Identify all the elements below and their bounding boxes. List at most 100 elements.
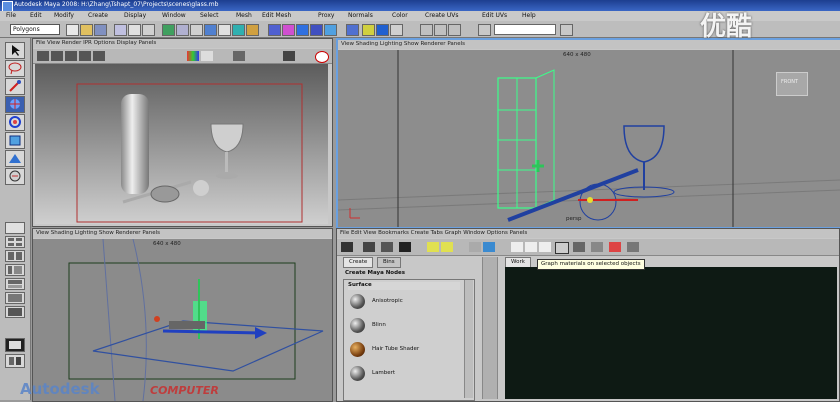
menu-file[interactable]: File (6, 12, 16, 19)
menu-create-uvs[interactable]: Create UVs (425, 12, 458, 19)
clear-graph-icon[interactable] (469, 242, 481, 252)
toggle-attribute-editor-icon[interactable] (434, 24, 447, 36)
mask-curves-icon[interactable] (190, 24, 203, 36)
menu-create[interactable]: Create (88, 12, 108, 19)
graph-upstream-icon[interactable] (511, 242, 523, 252)
menu-edit-uvs[interactable]: Edit UVs (482, 12, 507, 19)
menu-mesh[interactable]: Mesh (236, 12, 252, 19)
front-viewport[interactable]: 640 x 480 (33, 239, 332, 401)
input-line-icon[interactable] (478, 24, 491, 36)
make-live-icon[interactable] (324, 24, 337, 36)
open-scene-icon[interactable] (80, 24, 93, 36)
layout-single-icon[interactable] (5, 222, 25, 234)
snap-view-plane-icon[interactable] (310, 24, 323, 36)
menu-edit-mesh[interactable]: Edit Mesh (262, 12, 291, 19)
menu-modify[interactable]: Modify (54, 12, 74, 19)
node-anisotropic[interactable]: Anisotropic (348, 292, 466, 311)
snap-curve-icon[interactable] (282, 24, 295, 36)
graph-materials-icon[interactable] (555, 242, 569, 254)
render-view-canvas[interactable] (35, 64, 328, 224)
layout-persp-outliner-icon[interactable] (5, 264, 25, 276)
menu-help[interactable]: Help (522, 12, 536, 19)
mask-dynamics-icon[interactable] (232, 24, 245, 36)
persp-viewport[interactable]: 640 x 480 FRONT persp (338, 50, 840, 227)
mask-deformations-icon[interactable] (218, 24, 231, 36)
hypershade-menubar[interactable]: File Edit View Bookmarks Create Tabs Gra… (337, 229, 839, 238)
remove-image-icon[interactable] (315, 51, 329, 63)
mask-surfaces-icon[interactable] (204, 24, 217, 36)
shader-library-icon[interactable] (591, 242, 603, 252)
node-blinn[interactable]: Blinn (348, 316, 466, 335)
quick-rename-icon[interactable] (560, 24, 573, 36)
render-view-menubar[interactable]: File View Render IPR Options Display Pan… (33, 39, 332, 48)
flag-icon[interactable] (609, 242, 621, 252)
scale-tool-icon[interactable] (5, 132, 25, 149)
persp-menubar[interactable]: View Shading Lighting Show Renderer Pane… (338, 40, 840, 49)
show-bottom-tabs-icon[interactable] (381, 242, 393, 252)
keep-image-icon[interactable] (283, 51, 295, 61)
mode-selector[interactable]: Polygons (10, 24, 60, 35)
tab-create[interactable]: Create (343, 257, 374, 268)
zoom-1to1-icon[interactable] (233, 51, 245, 61)
surface-section-header[interactable]: Surface (348, 282, 460, 290)
front-menubar[interactable]: View Shading Lighting Show Renderer Pane… (33, 229, 332, 238)
save-scene-icon[interactable] (94, 24, 107, 36)
menu-window[interactable]: Window (162, 12, 186, 19)
node-list-scrollbar[interactable] (464, 280, 473, 398)
new-scene-icon[interactable] (66, 24, 79, 36)
render-region-icon[interactable] (79, 51, 91, 61)
ipr-icon[interactable] (51, 51, 63, 61)
layout-custom-icon[interactable] (5, 338, 25, 352)
layout-hypershade-icon[interactable] (5, 278, 25, 290)
layout-four-icon[interactable] (5, 236, 25, 248)
history-icon[interactable] (346, 24, 359, 36)
layout-dopesheet-icon[interactable] (5, 306, 25, 318)
rearrange-graph-icon[interactable] (483, 242, 495, 252)
mask-handles-icon[interactable] (162, 24, 175, 36)
show-top-tabs-icon[interactable] (363, 242, 375, 252)
rotate-tool-icon[interactable] (5, 114, 25, 131)
render-swatch-icon[interactable] (573, 242, 585, 252)
ipr-render-icon[interactable] (376, 24, 389, 36)
quick-select-field[interactable] (494, 24, 556, 35)
mask-rendering-icon[interactable] (246, 24, 259, 36)
create-maya-nodes-header[interactable]: Create Maya Nodes (345, 270, 405, 276)
layout-two-icon[interactable] (5, 250, 25, 262)
graph-downstream-icon[interactable] (539, 242, 551, 252)
menu-color[interactable]: Color (392, 12, 408, 19)
menu-edit[interactable]: Edit (30, 12, 42, 19)
menu-display[interactable]: Display (124, 12, 146, 19)
last-tool-icon[interactable] (5, 168, 25, 185)
layout-graph-editor-icon[interactable] (5, 292, 25, 304)
select-component-icon[interactable] (142, 24, 155, 36)
paint-select-tool-icon[interactable] (5, 78, 25, 95)
forward-icon[interactable] (441, 242, 453, 252)
redo-render-icon[interactable] (37, 51, 49, 61)
snap-point-icon[interactable] (296, 24, 309, 36)
connect-icon[interactable] (627, 242, 639, 252)
show-both-tabs-icon[interactable] (399, 242, 411, 252)
node-lambert[interactable]: Lambert (348, 364, 466, 383)
alpha-channel-icon[interactable] (201, 51, 213, 61)
toggle-tool-settings-icon[interactable] (448, 24, 461, 36)
move-tool-icon[interactable] (5, 96, 25, 113)
render-current-frame-icon[interactable] (362, 24, 375, 36)
select-tool-icon[interactable] (5, 42, 25, 59)
rgb-channel-icon[interactable] (187, 51, 199, 61)
toggle-create-bar-icon[interactable] (341, 242, 353, 252)
snap-grid-icon[interactable] (268, 24, 281, 36)
back-icon[interactable] (427, 242, 439, 252)
manipulator-tool-icon[interactable] (5, 150, 25, 167)
select-hierarchy-icon[interactable] (114, 24, 127, 36)
mask-joints-icon[interactable] (176, 24, 189, 36)
menu-normals[interactable]: Normals (348, 12, 373, 19)
layout-render-view-icon[interactable] (5, 354, 25, 368)
select-object-icon[interactable] (128, 24, 141, 36)
divider-handle[interactable] (482, 257, 498, 399)
snapshot-icon[interactable] (93, 51, 105, 61)
lasso-tool-icon[interactable] (5, 60, 25, 77)
graph-up-down-icon[interactable] (525, 242, 537, 252)
menu-select[interactable]: Select (200, 12, 219, 19)
tab-bins[interactable]: Bins (377, 257, 401, 268)
menu-proxy[interactable]: Proxy (318, 12, 334, 19)
